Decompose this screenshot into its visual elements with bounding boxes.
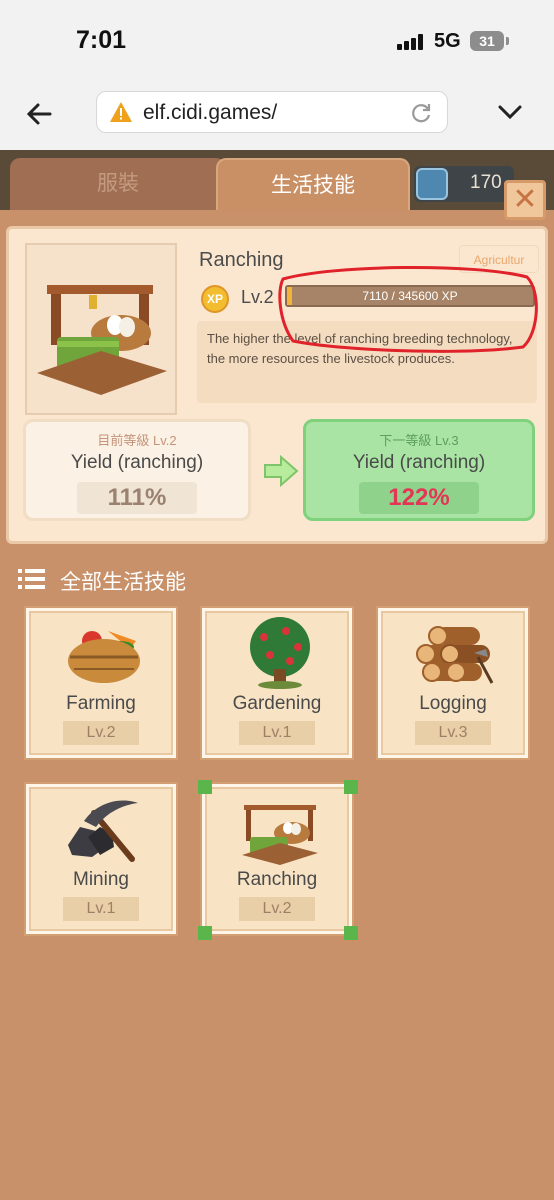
current-yield-name: Yield (ranching) (70, 452, 204, 473)
vegetable-basket-icon (68, 631, 140, 683)
next-level-card: 下一等級 Lv.3 Yield (ranching) 122% (303, 419, 535, 521)
skill-name: Ranching (199, 249, 284, 271)
selection-corner (198, 780, 212, 794)
skill-level: Lv.2 (239, 897, 315, 921)
close-button[interactable]: ✕ (504, 180, 546, 220)
selection-corner (344, 780, 358, 794)
tab-life-skills[interactable]: 生活技能 (216, 158, 410, 210)
current-level-card: 目前等級 Lv.2 Yield (ranching) 111% (23, 419, 251, 521)
selection-corner (344, 926, 358, 940)
section-title: 全部生活技能 (60, 571, 186, 594)
skill-card-gardening[interactable]: Gardening Lv.1 (200, 606, 354, 760)
arrow-right-icon (264, 455, 299, 487)
skill-detail-panel: Ranching Agricultur XP Lv.2 7110 / 34560… (6, 226, 548, 544)
current-level-caption: 目前等級 Lv.2 (97, 433, 177, 448)
skill-name: Farming (66, 693, 136, 714)
back-button[interactable] (22, 96, 58, 132)
hay-eggs-icon (37, 285, 167, 395)
warning-icon (110, 102, 132, 122)
status-time: 7:01 (76, 26, 127, 54)
skill-name: Mining (73, 869, 129, 890)
current-yield-value: 111% (77, 482, 197, 514)
url-text: elf.cidi.games/ (143, 101, 278, 124)
skill-card-farming[interactable]: Farming Lv.2 (24, 606, 178, 760)
skill-level: Lv.2 (241, 287, 274, 307)
red-annotation-circle (278, 265, 538, 353)
skill-card-mining[interactable]: Mining Lv.1 (24, 782, 178, 936)
battery-icon: 31 (470, 31, 509, 51)
address-bar[interactable]: elf.cidi.games/ (96, 91, 448, 133)
network-type: 5G (434, 30, 461, 52)
chevron-down-icon[interactable] (494, 96, 526, 128)
currency-count: 170 (470, 172, 502, 193)
skill-level: Lv.2 (63, 721, 139, 745)
reload-icon[interactable] (409, 101, 433, 125)
next-level-caption: 下一等級 Lv.3 (379, 433, 459, 448)
list-icon (18, 569, 45, 589)
game-header: 服裝 生活技能 170 (0, 150, 554, 210)
log-pile-icon (416, 626, 494, 684)
skill-name: Gardening (232, 693, 322, 714)
hay-eggs-icon (242, 805, 318, 865)
apple-tree-icon (250, 617, 310, 689)
skill-level: Lv.1 (63, 897, 139, 921)
signal-icon (397, 34, 427, 50)
currency-box: 170 (414, 166, 514, 202)
skill-name: Logging (419, 693, 487, 714)
skill-level: Lv.1 (239, 721, 315, 745)
close-icon: ✕ (512, 183, 538, 216)
browser-bar: elf.cidi.games/ (0, 84, 554, 150)
skill-card-ranching[interactable]: Ranching Lv.2 (200, 782, 354, 936)
pickaxe-coal-icon (68, 800, 138, 862)
skill-name: Ranching (236, 869, 318, 890)
next-yield-name: Yield (ranching) (352, 452, 486, 473)
selection-corner (198, 926, 212, 940)
skill-level: Lv.3 (415, 721, 491, 745)
xp-badge-icon: XP (201, 285, 229, 313)
arrow-left-icon (26, 103, 52, 125)
skill-card-logging[interactable]: Logging Lv.3 (376, 606, 530, 760)
status-bar: 7:01 5G 31 (0, 0, 554, 84)
gem-icon (416, 168, 448, 200)
next-yield-value: 122% (359, 482, 479, 514)
tab-costume[interactable]: 服裝 (10, 158, 226, 210)
skill-image (25, 243, 177, 415)
